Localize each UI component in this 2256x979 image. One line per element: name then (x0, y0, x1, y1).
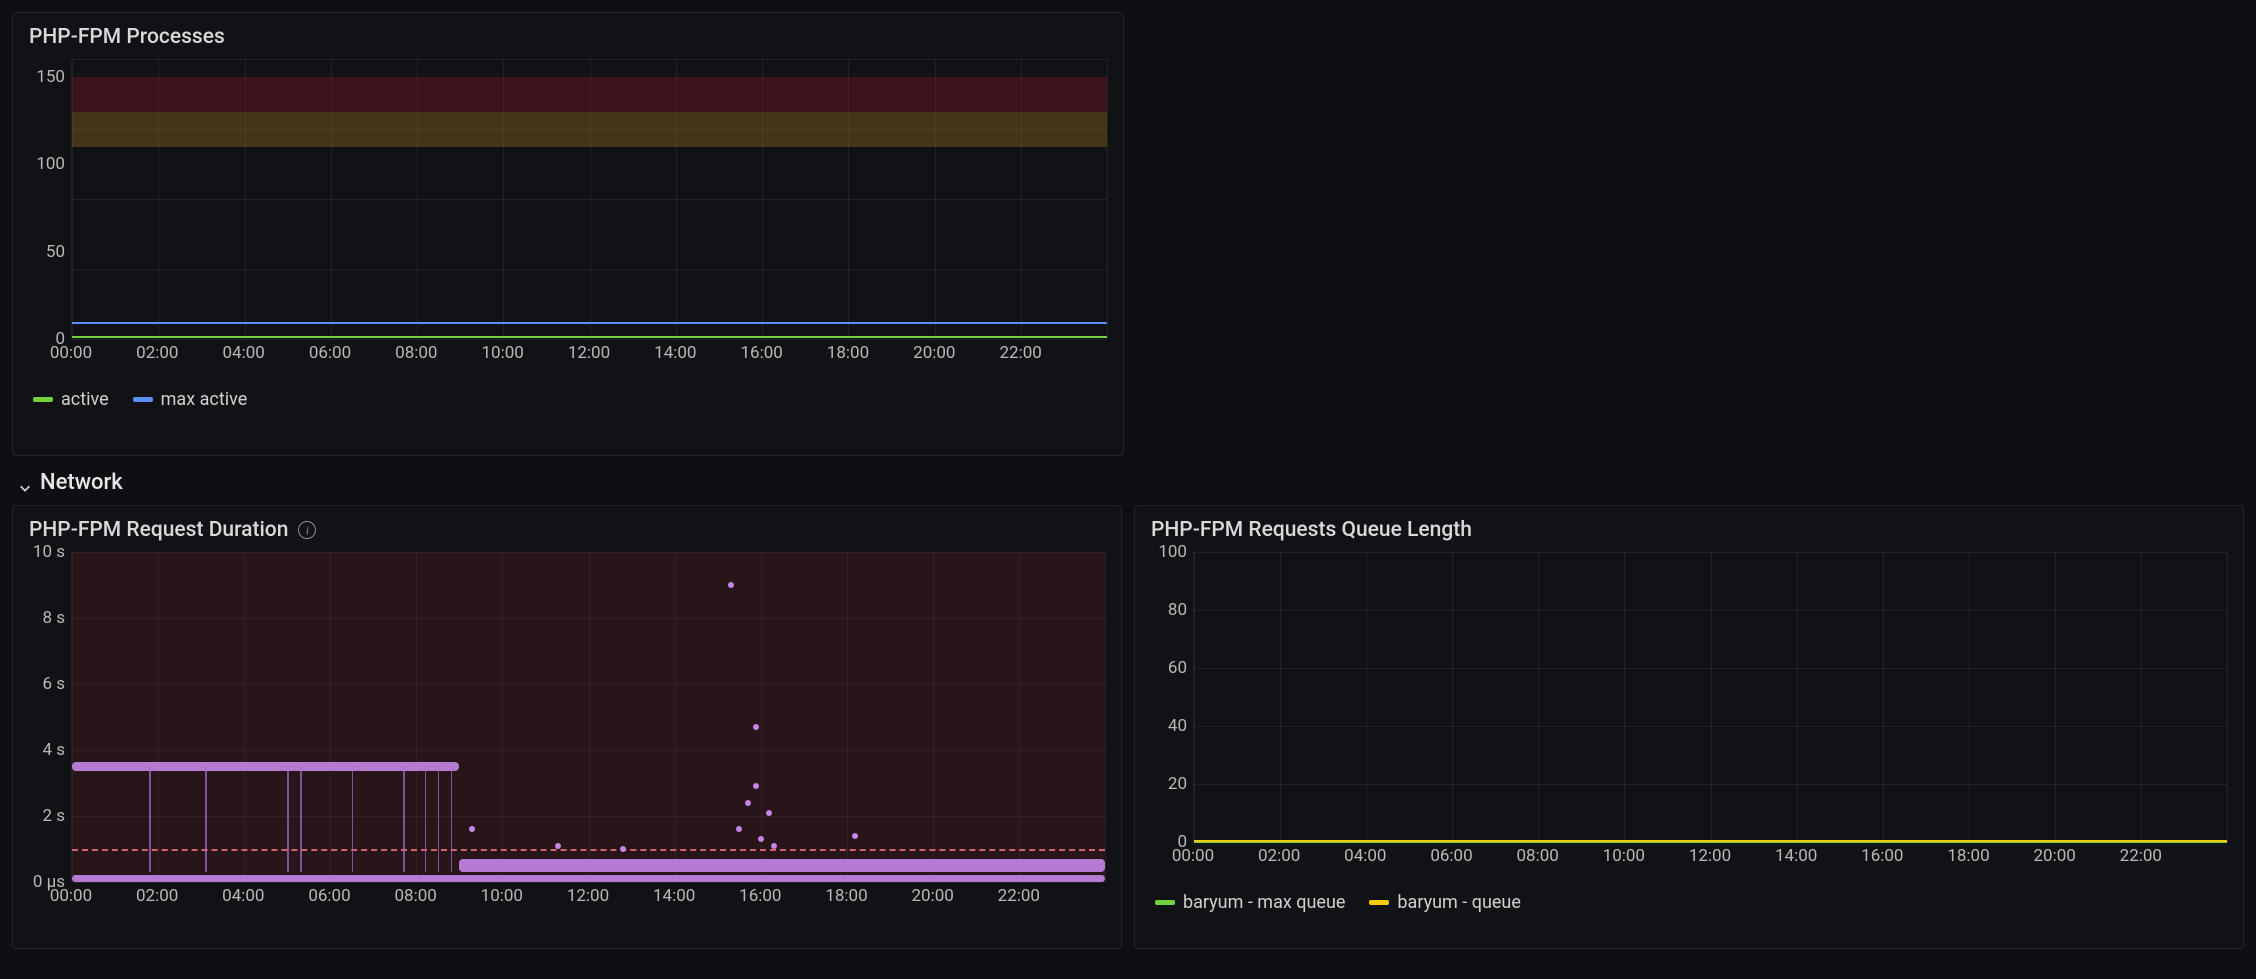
panel-duration: PHP-FPM Request Duration i 0 µs2 s4 s6 s… (12, 505, 1122, 949)
panel-title-duration: PHP-FPM Request Duration i (29, 518, 1105, 542)
chart-duration[interactable]: 0 µs2 s4 s6 s8 s10 s 00:0002:0004:0006:0… (29, 552, 1105, 922)
legend-label: max active (161, 389, 248, 410)
y-axis: 050100150 (29, 59, 69, 379)
legend-processes: active max active (29, 379, 1107, 410)
section-header-network[interactable]: Network (12, 456, 2244, 505)
x-axis: 00:0002:0004:0006:0008:0010:0012:0014:00… (71, 882, 1105, 908)
swatch-green (33, 397, 53, 402)
legend-item-active[interactable]: active (33, 389, 109, 410)
x-axis: 00:0002:0004:0006:0008:0010:0012:0014:00… (1193, 842, 2227, 868)
plot-area (71, 59, 1107, 339)
panel-title-processes: PHP-FPM Processes (29, 25, 1107, 49)
title-text: PHP-FPM Requests Queue Length (1151, 518, 1472, 542)
legend-label: baryum - queue (1397, 892, 1520, 913)
legend-item-queue[interactable]: baryum - queue (1369, 892, 1520, 913)
chart-queue[interactable]: 020406080100 00:0002:0004:0006:0008:0010… (1151, 552, 2227, 882)
title-text: PHP-FPM Processes (29, 25, 225, 49)
legend-item-max-active[interactable]: max active (133, 389, 248, 410)
y-axis: 0 µs2 s4 s6 s8 s10 s (29, 552, 69, 922)
legend-label: active (61, 389, 109, 410)
row-network: PHP-FPM Request Duration i 0 µs2 s4 s6 s… (12, 505, 2244, 949)
x-axis: 00:0002:0004:0006:0008:0010:0012:0014:00… (71, 339, 1107, 365)
legend-queue: baryum - max queue baryum - queue (1151, 882, 2227, 913)
section-label: Network (40, 470, 123, 495)
chart-processes[interactable]: 050100150 00:0002:0004:0006:0008:0010:00… (29, 59, 1107, 379)
title-text: PHP-FPM Request Duration (29, 518, 288, 542)
swatch-green (1155, 900, 1175, 905)
panel-queue: PHP-FPM Requests Queue Length 0204060801… (1134, 505, 2244, 949)
legend-item-max-queue[interactable]: baryum - max queue (1155, 892, 1345, 913)
y-axis: 020406080100 (1151, 552, 1191, 882)
legend-label: baryum - max queue (1183, 892, 1345, 913)
info-icon[interactable]: i (298, 521, 316, 539)
panel-title-queue: PHP-FPM Requests Queue Length (1151, 518, 2227, 542)
chevron-down-icon (18, 476, 32, 490)
plot-area (1193, 552, 2227, 842)
swatch-yellow (1369, 900, 1389, 905)
swatch-blue (133, 397, 153, 402)
panel-processes: PHP-FPM Processes 050100150 00:0002:0004… (12, 12, 1124, 456)
plot-area (71, 552, 1105, 882)
